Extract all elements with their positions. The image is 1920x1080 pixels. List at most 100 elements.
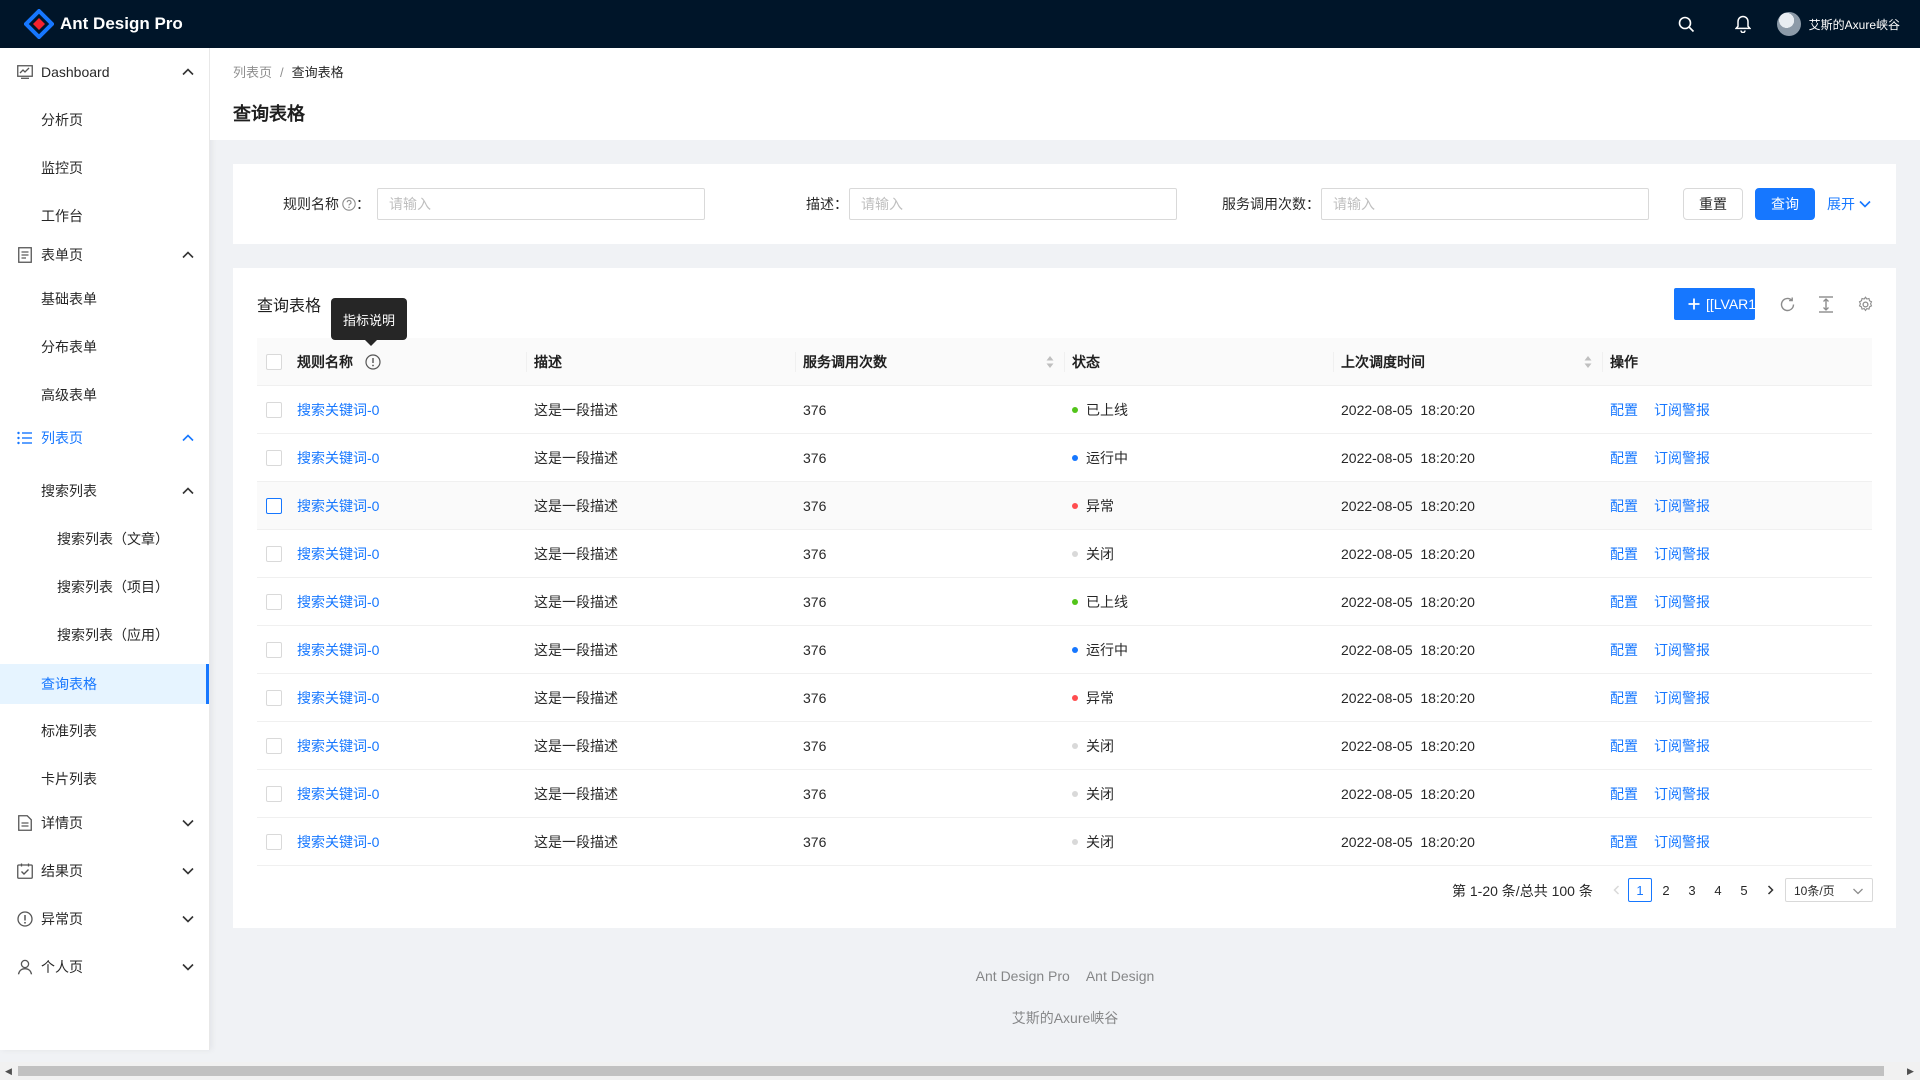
reset-button[interactable]: 重置 (1683, 188, 1743, 220)
info-circle-icon[interactable] (365, 354, 381, 370)
sidebar-item-result[interactable]: 结果页 (0, 847, 209, 895)
setting-icon[interactable] (1855, 294, 1875, 314)
sidebar-item-advanced-form[interactable]: 高级表单 (0, 371, 209, 419)
rule-name-link[interactable]: 搜索关键词-0 (297, 448, 379, 468)
pagination-page-1[interactable]: 1 (1628, 878, 1652, 902)
sidebar-item-account[interactable]: 个人页 (0, 943, 209, 991)
rule-name-input[interactable] (377, 188, 705, 220)
footer-link-ant-design[interactable]: Ant Design (1086, 968, 1154, 984)
pagination-prev-icon[interactable] (1605, 878, 1629, 902)
pagination-page-4[interactable]: 4 (1706, 878, 1730, 902)
scrollbar-thumb[interactable] (18, 1066, 1884, 1076)
sidebar-item-monitor[interactable]: 监控页 (0, 144, 209, 192)
sidebar-item-search-projects[interactable]: 搜索列表（项目） (0, 563, 209, 611)
rule-name-link[interactable]: 搜索关键词-0 (297, 592, 379, 612)
rule-name-link[interactable]: 搜索关键词-0 (297, 496, 379, 516)
rule-name-link[interactable]: 搜索关键词-0 (297, 544, 379, 564)
subscribe-alert-link[interactable]: 订阅警报 (1654, 400, 1710, 420)
row-checkbox[interactable] (266, 594, 282, 610)
column-header-last-run[interactable]: 上次调度时间 (1341, 338, 1425, 386)
rule-name-link[interactable]: 搜索关键词-0 (297, 640, 379, 660)
subscribe-alert-link[interactable]: 订阅警报 (1654, 448, 1710, 468)
user-menu[interactable]: 艾斯的Axure峡谷 (1776, 12, 1900, 36)
configure-link[interactable]: 配置 (1610, 736, 1638, 756)
reload-icon[interactable] (1777, 294, 1797, 314)
sidebar-item-card-list[interactable]: 卡片列表 (0, 755, 209, 803)
pagination-page-5[interactable]: 5 (1732, 878, 1756, 902)
table-row[interactable]: 搜索关键词-0 这是一段描述 376 已上线 2022-08-05 18:20:20 配置… (257, 386, 1872, 434)
scroll-right-icon[interactable]: ▶ (1907, 1066, 1915, 1076)
sidebar-item-step-form[interactable]: 分布表单 (0, 323, 209, 371)
table-row[interactable]: 搜索关键词-0 这是一段描述 376 关闭 2022-08-05 18:20:20 配置订… (257, 722, 1872, 770)
sidebar-item-search-list[interactable]: 搜索列表 (0, 467, 209, 515)
subscribe-alert-link[interactable]: 订阅警报 (1654, 832, 1710, 852)
configure-link[interactable]: 配置 (1610, 640, 1638, 660)
sidebar-item-search-applications[interactable]: 搜索列表（应用） (0, 611, 209, 659)
row-checkbox[interactable] (266, 786, 282, 802)
configure-link[interactable]: 配置 (1610, 688, 1638, 708)
configure-link[interactable]: 配置 (1610, 832, 1638, 852)
sidebar-item-basic-form[interactable]: 基础表单 (0, 275, 209, 323)
configure-link[interactable]: 配置 (1610, 784, 1638, 804)
table-row[interactable]: 搜索关键词-0 这是一段描述 376 关闭 2022-08-05 18:20:20 配置订… (257, 818, 1872, 866)
sidebar-item-dashboard[interactable]: Dashboard (0, 48, 209, 96)
table-row[interactable]: 搜索关键词-0 这是一段描述 376 运行中 2022-08-05 18:20:20 配置… (257, 626, 1872, 674)
row-checkbox[interactable] (266, 642, 282, 658)
pagination-page-2[interactable]: 2 (1654, 878, 1678, 902)
sidebar-item-analysis[interactable]: 分析页 (0, 96, 209, 144)
pagination-page-3[interactable]: 3 (1680, 878, 1704, 902)
subscribe-alert-link[interactable]: 订阅警报 (1654, 784, 1710, 804)
sidebar-item-table-list[interactable]: 查询表格 (0, 664, 209, 704)
description-input[interactable] (849, 188, 1177, 220)
select-all-checkbox[interactable] (266, 354, 282, 370)
new-button[interactable]: [[LVAR1]] (1674, 288, 1755, 320)
sort-icon[interactable] (1583, 355, 1593, 369)
breadcrumb-item-list[interactable]: 列表页 (233, 65, 272, 80)
call-count-input[interactable] (1321, 188, 1649, 220)
subscribe-alert-link[interactable]: 订阅警报 (1654, 496, 1710, 516)
subscribe-alert-link[interactable]: 订阅警报 (1654, 640, 1710, 660)
search-icon[interactable] (1659, 0, 1715, 48)
sidebar-item-profile[interactable]: 详情页 (0, 799, 209, 847)
configure-link[interactable]: 配置 (1610, 448, 1638, 468)
table-row[interactable]: 搜索关键词-0 这是一段描述 376 关闭 2022-08-05 18:20:20 配置订… (257, 770, 1872, 818)
bell-icon[interactable] (1715, 0, 1771, 48)
subscribe-alert-link[interactable]: 订阅警报 (1654, 736, 1710, 756)
row-checkbox[interactable] (266, 738, 282, 754)
rule-name-link[interactable]: 搜索关键词-0 (297, 736, 379, 756)
sort-icon[interactable] (1045, 355, 1055, 369)
expand-link[interactable]: 展开 (1827, 194, 1872, 214)
subscribe-alert-link[interactable]: 订阅警报 (1654, 544, 1710, 564)
configure-link[interactable]: 配置 (1610, 496, 1638, 516)
footer-link-ant-design-pro[interactable]: Ant Design Pro (976, 968, 1070, 984)
table-row[interactable]: 搜索关键词-0 这是一段描述 376 异常 2022-08-05 18:20:20 配置订… (257, 482, 1872, 530)
page-size-select[interactable]: 10条/页 (1785, 878, 1873, 902)
row-checkbox[interactable] (266, 498, 282, 514)
row-checkbox[interactable] (266, 690, 282, 706)
question-circle-icon[interactable] (342, 197, 356, 211)
column-header-call-count[interactable]: 服务调用次数 (803, 338, 887, 386)
rule-name-link[interactable]: 搜索关键词-0 (297, 688, 379, 708)
scroll-left-icon[interactable]: ◀ (5, 1066, 13, 1076)
row-checkbox[interactable] (266, 450, 282, 466)
row-checkbox[interactable] (266, 546, 282, 562)
table-row[interactable]: 搜索关键词-0 这是一段描述 376 运行中 2022-08-05 18:20:20 配置… (257, 434, 1872, 482)
column-height-icon[interactable] (1816, 294, 1836, 314)
row-checkbox[interactable] (266, 402, 282, 418)
configure-link[interactable]: 配置 (1610, 400, 1638, 420)
logo[interactable]: Ant Design Pro (24, 0, 183, 48)
sidebar-item-list[interactable]: 列表页 (0, 414, 209, 462)
subscribe-alert-link[interactable]: 订阅警报 (1654, 592, 1710, 612)
table-row[interactable]: 搜索关键词-0 这是一段描述 376 异常 2022-08-05 18:20:20 配置订… (257, 674, 1872, 722)
rule-name-link[interactable]: 搜索关键词-0 (297, 400, 379, 420)
sidebar-item-basic-list[interactable]: 标准列表 (0, 707, 209, 755)
table-row[interactable]: 搜索关键词-0 这是一段描述 376 关闭 2022-08-05 18:20:20 配置订… (257, 530, 1872, 578)
rule-name-link[interactable]: 搜索关键词-0 (297, 832, 379, 852)
configure-link[interactable]: 配置 (1610, 544, 1638, 564)
sidebar-item-search-articles[interactable]: 搜索列表（文章） (0, 515, 209, 563)
query-button[interactable]: 查询 (1755, 188, 1815, 220)
rule-name-link[interactable]: 搜索关键词-0 (297, 784, 379, 804)
sidebar-item-form[interactable]: 表单页 (0, 231, 209, 279)
configure-link[interactable]: 配置 (1610, 592, 1638, 612)
horizontal-scrollbar[interactable]: ◀ ▶ (0, 1062, 1920, 1080)
